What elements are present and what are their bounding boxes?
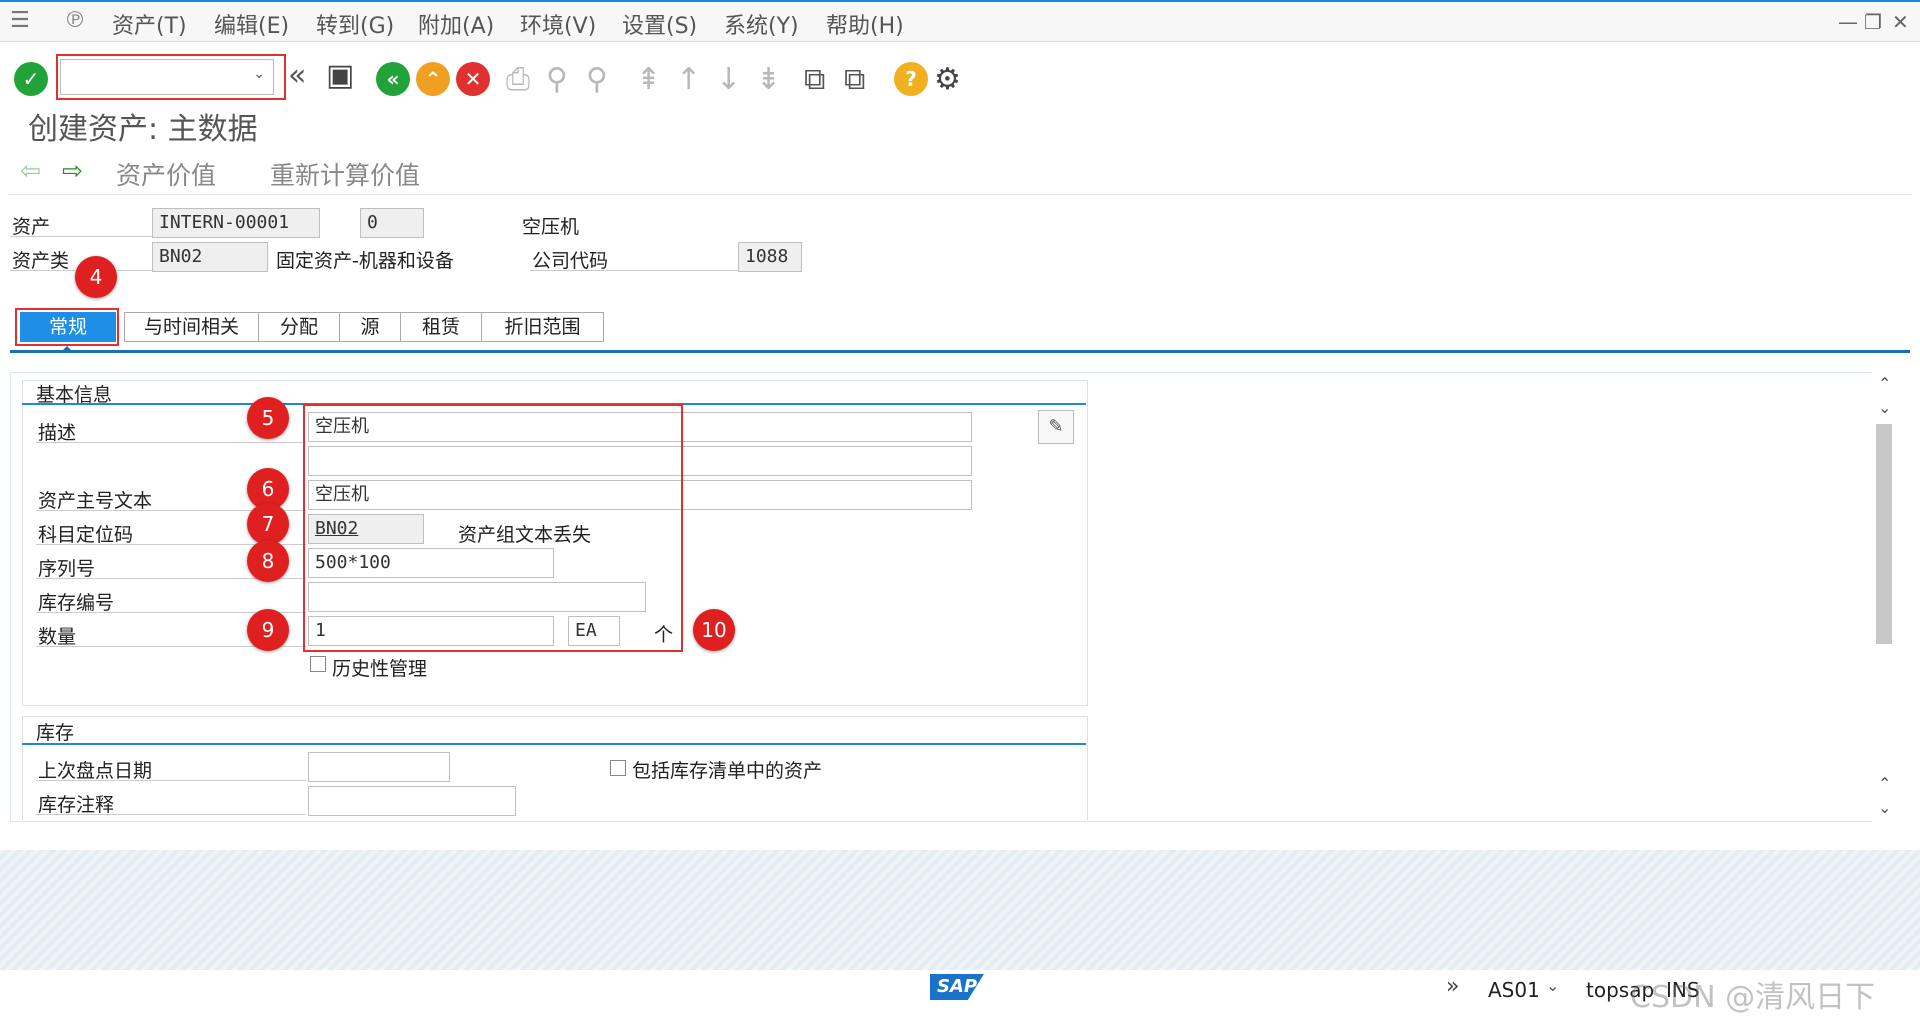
menu-help[interactable]: 帮助(H): [826, 8, 904, 40]
print-icon[interactable]: ⎙: [506, 62, 530, 97]
background-area: [0, 850, 1920, 970]
scroll-down-icon[interactable]: ⌄: [1878, 798, 1891, 817]
divider: [8, 194, 1912, 195]
menu-asset[interactable]: 资产(T): [112, 8, 187, 40]
new-session-icon[interactable]: ⧉: [804, 62, 825, 97]
help-icon[interactable]: ?: [894, 62, 928, 96]
inventory-number-label: 库存编号: [38, 592, 115, 614]
asset-number-field[interactable]: INTERN-00001: [152, 208, 320, 238]
back-icon[interactable]: «: [376, 62, 410, 96]
divider: [36, 780, 306, 781]
transaction-code: AS01: [1488, 978, 1540, 1002]
menu-edit[interactable]: 编辑(E): [214, 8, 289, 40]
asset-class-label: 资产类: [12, 250, 70, 272]
last-inventory-date-field[interactable]: [308, 752, 450, 782]
status-bar: SAP » AS01 ⌄ topsap INS CSDN @清风日下: [0, 970, 1920, 1015]
company-code-field[interactable]: 1088: [738, 242, 802, 272]
gear-icon[interactable]: ⚙: [934, 62, 961, 97]
scroll-up-icon[interactable]: ⌃: [1878, 774, 1891, 793]
prev-page-icon[interactable]: ↑: [676, 62, 701, 97]
include-inventory-label: 包括库存清单中的资产: [632, 760, 823, 782]
annotation-box-command: [56, 54, 286, 100]
menu-environment[interactable]: 环境(V): [520, 8, 596, 40]
menu-settings[interactable]: 设置(S): [622, 8, 697, 40]
annotation-badge: 4: [75, 256, 117, 298]
sap-gui-icon[interactable]: ℗: [64, 8, 86, 33]
inventory-note-label: 库存注释: [38, 794, 115, 816]
document-export-icon[interactable]: ⇨: [62, 156, 83, 185]
tab-depreciation-areas[interactable]: 折旧范围: [481, 312, 604, 342]
find-icon[interactable]: ⚲: [546, 62, 568, 97]
standard-toolbar: ✓ ⌄ « ▣ « ⌃ ✕ ⎙ ⚲ ⚲ ⇞ ↑ ↓ ⇟ ⧉ ⧉ ? ⚙: [0, 42, 1920, 112]
chevron-down-icon[interactable]: ⌄: [1546, 976, 1559, 995]
divider: [530, 270, 738, 271]
scrollbar[interactable]: ⌃ ⌄ ⌃ ⌄: [1872, 372, 1896, 822]
long-text-edit-icon[interactable]: ✎: [1038, 410, 1074, 444]
menu-extras[interactable]: 附加(A): [418, 8, 494, 40]
annotation-badge: 5: [247, 397, 289, 439]
recalculate-values-button[interactable]: 重新计算价值: [270, 156, 420, 192]
asset-class-field[interactable]: BN02: [152, 242, 268, 272]
restore-icon[interactable]: ❐: [1864, 10, 1882, 34]
find-next-icon[interactable]: ⚲: [586, 62, 608, 97]
account-determination-label: 科目定位码: [38, 524, 134, 546]
history-checkbox[interactable]: [310, 656, 326, 672]
annotation-badge: 8: [247, 540, 289, 582]
annotation-badge: 9: [247, 609, 289, 651]
serial-number-label: 序列号: [38, 558, 96, 580]
minimize-icon[interactable]: —: [1838, 10, 1858, 34]
expand-status-icon[interactable]: »: [1446, 974, 1459, 999]
watermark: CSDN @清风日下: [1630, 980, 1876, 1015]
tab-assignments[interactable]: 分配: [258, 312, 340, 342]
asset-class-description: 固定资产-机器和设备: [276, 250, 454, 272]
sap-logo: SAP: [930, 974, 984, 1000]
divider: [22, 743, 1086, 745]
asset-values-button[interactable]: 资产价值: [116, 156, 216, 192]
cancel-icon[interactable]: ✕: [456, 62, 490, 96]
previous-screen-icon[interactable]: ⇦: [20, 156, 41, 185]
last-inventory-label: 上次盘点日期: [38, 760, 153, 782]
scroll-up-icon[interactable]: ⌃: [1878, 374, 1891, 393]
tab-strip-line: [10, 350, 1910, 353]
company-code-label: 公司代码: [532, 250, 609, 272]
tab-origin[interactable]: 源: [339, 312, 401, 342]
next-page-icon[interactable]: ↓: [716, 62, 741, 97]
main-text-label: 资产主号文本: [38, 490, 153, 512]
history-label: 历史性管理: [332, 658, 428, 680]
tab-time-dependent[interactable]: 与时间相关: [124, 312, 259, 342]
annotation-box-tab: [15, 308, 119, 346]
asset-subnumber-field[interactable]: 0: [360, 208, 424, 238]
annotation-box-fields: [303, 404, 683, 652]
quantity-label: 数量: [38, 626, 77, 648]
last-page-icon[interactable]: ⇟: [756, 62, 781, 97]
page-title: 创建资产: 主数据: [28, 112, 258, 147]
shortcut-icon[interactable]: ⧉: [844, 62, 865, 97]
asset-label: 资产: [12, 216, 51, 238]
inventory-title: 库存: [36, 722, 75, 744]
menu-bar: ☰ ℗ 资产(T) 编辑(E) 转到(G) 附加(A) 环境(V) 设置(S) …: [0, 0, 1920, 42]
menu-toggle-icon[interactable]: ☰: [10, 8, 30, 33]
annotation-badge: 7: [247, 503, 289, 545]
divider: [10, 236, 152, 237]
exit-icon[interactable]: ⌃: [416, 62, 450, 96]
divider: [36, 814, 306, 815]
inventory-note-field[interactable]: [308, 786, 516, 816]
divider: [36, 442, 306, 443]
asset-description-text: 空压机: [522, 216, 580, 238]
enter-icon[interactable]: ✓: [14, 62, 48, 96]
scroll-thumb[interactable]: [1876, 424, 1892, 644]
save-icon[interactable]: ▣: [326, 58, 354, 93]
first-page-icon[interactable]: ⇞: [636, 62, 661, 97]
close-icon[interactable]: ✕: [1892, 10, 1909, 34]
menu-goto[interactable]: 转到(G): [316, 8, 394, 40]
inventory-group: [22, 716, 1088, 820]
scroll-down-icon[interactable]: ⌄: [1878, 398, 1891, 417]
double-left-icon[interactable]: «: [288, 58, 306, 93]
annotation-badge: 10: [693, 609, 735, 651]
menu-system[interactable]: 系统(Y): [724, 8, 799, 40]
description-label: 描述: [38, 422, 77, 444]
include-inventory-checkbox[interactable]: [610, 760, 626, 776]
tab-leasing[interactable]: 租赁: [400, 312, 482, 342]
